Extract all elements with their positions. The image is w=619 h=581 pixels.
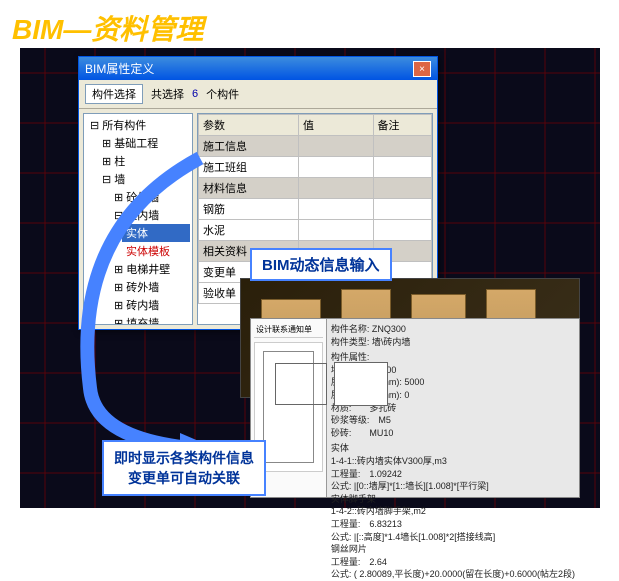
dialog-titlebar[interactable]: BIM属性定义 × [79,57,437,80]
callout-bim-input: BIM动态信息输入 [250,248,392,281]
callout-realtime: 即时显示各类构件信息 变更单可自动关联 [102,440,266,496]
tree-root[interactable]: ⊟ 所有构件 [86,116,190,134]
component-info-panel: 设计联系通知单 构件名称: ZNQ300 构件类型: 墙\砖内墙 构件属性: 墙… [250,318,580,498]
grid-header: 备注 [373,115,431,136]
count-value: 6 [192,88,198,100]
grid-header: 值 [298,115,373,136]
info-text: 构件名称: ZNQ300 构件类型: 墙\砖内墙 构件属性: 墙厚(mm): 3… [327,319,579,497]
dialog-title: BIM属性定义 [85,60,154,77]
drawing-header: 设计联系通知单 [254,322,323,338]
grid-header: 参数 [199,115,299,136]
arrow-icon [50,148,250,468]
main-canvas: BIM属性定义 × 构件选择 共选择 6 个构件 ⊟ 所有构件 ⊞ 基础工程 ⊞… [20,48,600,508]
close-icon[interactable]: × [413,61,431,77]
count-unit: 个构件 [206,86,239,102]
count-label: 共选择 [151,86,184,102]
dialog-toolbar: 构件选择 共选择 6 个构件 [79,80,437,109]
tab-component-select[interactable]: 构件选择 [85,84,143,104]
